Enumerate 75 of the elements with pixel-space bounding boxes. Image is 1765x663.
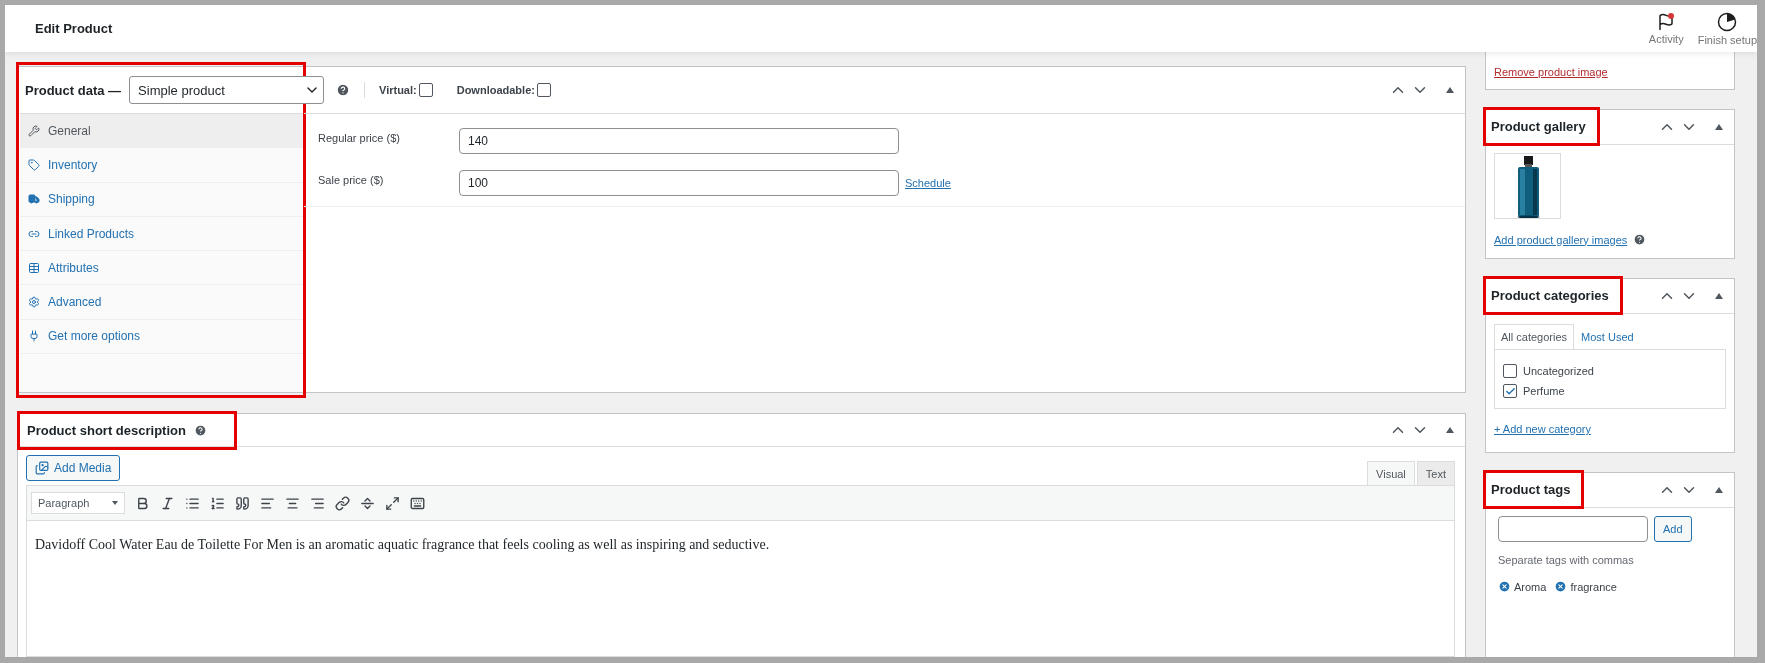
category-label: Perfume [1523,385,1565,397]
option-label: Downloadable: [456,84,535,96]
truck-icon [28,193,40,206]
checkbox[interactable] [1503,384,1517,398]
product-data-tab[interactable]: Inventory [20,148,303,183]
collapse-icon[interactable] [1714,123,1724,131]
schedule-link[interactable]: Schedule [905,177,951,189]
panel-title: Product gallery [1491,119,1586,134]
panel-title: Product categories [1491,288,1609,303]
product-data-tab[interactable]: Attributes [20,251,303,286]
option-label: Virtual: [379,84,417,96]
collapse-icon[interactable] [1445,86,1455,94]
product-data-tab[interactable]: Get more options [20,319,303,355]
tag-label: fragrance [1570,580,1617,593]
category-tab[interactable]: All categories [1494,324,1575,349]
remove-tag-icon[interactable] [1554,580,1568,593]
media-icon [35,461,49,475]
panel-title: Product tags [1491,482,1571,497]
quote-icon[interactable] [235,495,250,511]
editor-text[interactable]: Davidoff Cool Water Eau de Toilette For Men is an aromatic aquatic fragrance that feels cooling as well as inspiring and seductive. [26,521,1455,657]
action-label[interactable]: Finish setup [1697,33,1757,46]
checkbox[interactable] [418,83,433,97]
bold-icon[interactable] [135,495,150,511]
add-media-button[interactable]: Add Media [26,455,121,481]
help-icon[interactable] [1633,233,1647,246]
align-right-icon[interactable] [310,495,325,511]
product-data-tab[interactable]: Shipping [20,182,303,217]
field-label: Sale price ($) [318,173,385,186]
help-icon[interactable] [336,83,350,97]
add-gallery-link[interactable]: Add product gallery images [1494,233,1628,246]
help-icon[interactable] [193,423,207,437]
tags-hint: Separate tags with commas [1498,554,1635,566]
format-select[interactable]: Paragraph [31,492,125,514]
progress-icon[interactable] [1717,11,1738,32]
wrench-icon [28,124,40,137]
table-icon [28,261,40,274]
keyboard-icon[interactable] [410,495,425,511]
align-center-icon[interactable] [285,495,300,511]
editor-tab[interactable]: Text [1416,461,1455,485]
plug-icon [28,330,40,343]
collapse-icon[interactable] [1714,292,1724,300]
italic-icon[interactable] [160,495,175,511]
collapse-icon[interactable] [1714,486,1724,494]
remove-tag-icon[interactable] [1498,580,1511,593]
page-title: Edit Product [35,21,113,36]
action-label[interactable]: Activity [1648,32,1684,45]
link-icon[interactable] [335,495,350,511]
tag-label: Aroma [1514,580,1547,593]
remove-image-link[interactable]: Remove product image [1494,66,1608,78]
product-data-tab[interactable]: General [20,114,303,149]
panel-title: Product data — [25,82,122,98]
product-data-tab[interactable]: Advanced [20,285,303,320]
align-left-icon[interactable] [260,495,275,511]
checkbox[interactable] [1503,364,1517,378]
fullscreen-icon[interactable] [385,495,400,511]
editor-tab[interactable]: Visual [1367,461,1415,485]
add-category-link[interactable]: + Add new category [1494,423,1591,435]
product-type-select[interactable]: Simple product [129,76,324,104]
panel-title: Product short description [27,422,186,438]
category-label: Uncategorized [1523,365,1594,377]
product-data-tab[interactable]: Linked Products [20,216,303,252]
price-field[interactable]: 100 [459,170,899,196]
gear-icon [28,296,40,309]
tag-input-field[interactable] [1498,516,1648,542]
bullet-list-icon[interactable] [185,495,200,511]
numbered-list-icon[interactable] [210,495,225,511]
flag-icon[interactable] [1657,12,1676,31]
caret-icon [112,501,118,505]
tag-icon [28,158,40,171]
checkbox[interactable] [536,83,551,97]
collapse-icon[interactable] [1445,426,1455,434]
read-more-icon[interactable] [360,495,375,511]
field-label: Regular price ($) [318,131,401,144]
add-tag-button[interactable]: Add [1654,516,1692,542]
price-field[interactable]: 140 [459,128,899,154]
